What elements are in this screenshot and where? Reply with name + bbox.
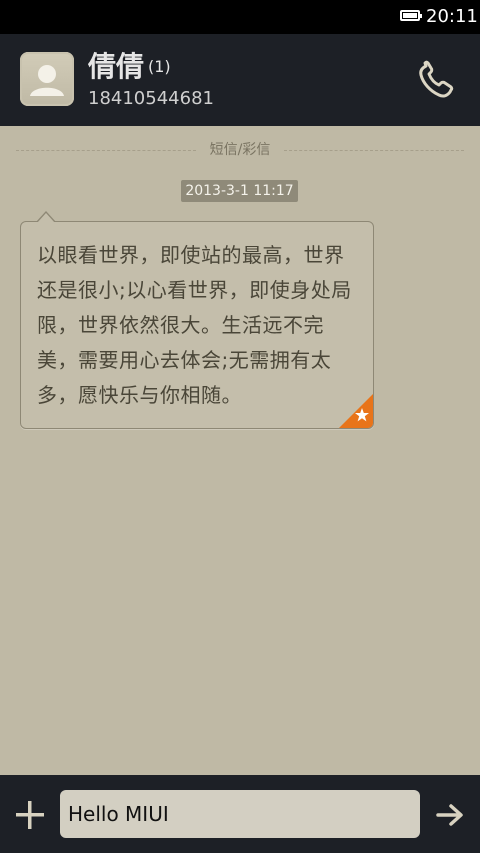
send-button[interactable] <box>432 797 468 833</box>
conversation-header: 倩倩 (1) 18410544681 <box>0 34 480 126</box>
thread-type-label: 短信/彩信 <box>209 142 271 158</box>
message-text: 以眼看世界，即使站的最高，世界还是很小;以心看世界，即使身处局限，世界依然很大。… <box>37 243 352 407</box>
divider-right <box>284 150 464 151</box>
status-time: 20:11 <box>426 6 478 27</box>
phone-call-icon <box>419 60 454 98</box>
avatar[interactable] <box>20 52 74 106</box>
avatar-placeholder-icon <box>30 65 64 96</box>
status-bar: 20:11 <box>0 0 480 34</box>
call-button[interactable] <box>412 58 462 102</box>
star-badge[interactable] <box>339 394 373 428</box>
contact-name: 倩倩 <box>88 50 145 83</box>
bubble-tail-fill <box>37 213 55 223</box>
composer-bar <box>0 775 480 853</box>
message-timestamp: 2013-3-1 11:17 <box>181 180 298 202</box>
star-icon <box>339 394 373 428</box>
add-attachment-button[interactable] <box>12 797 48 833</box>
message-input[interactable] <box>60 790 420 838</box>
contact-phone-number: 18410544681 <box>88 88 214 109</box>
divider-left <box>16 150 196 151</box>
plus-icon <box>16 801 44 829</box>
message-count: (1) <box>148 57 171 76</box>
message-bubble[interactable]: 以眼看世界，即使站的最高，世界还是很小;以心看世界，即使身处局限，世界依然很大。… <box>20 221 374 429</box>
arrow-right-icon <box>436 804 463 826</box>
battery-icon <box>400 10 422 21</box>
